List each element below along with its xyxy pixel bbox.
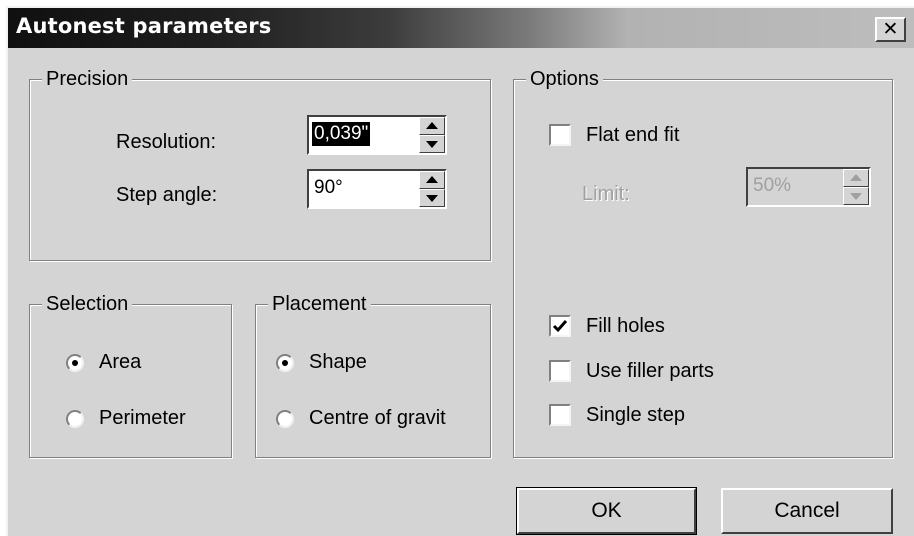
precision-legend: Precision xyxy=(42,67,133,91)
cancel-button[interactable]: Cancel xyxy=(721,488,893,534)
selection-perimeter-radio[interactable] xyxy=(66,410,84,428)
step-angle-spinner[interactable]: 90° xyxy=(307,169,447,209)
step-angle-increment-button[interactable] xyxy=(419,171,445,189)
resolution-decrement-button[interactable] xyxy=(419,135,445,153)
arrow-up-icon xyxy=(850,174,862,181)
single-step-checkbox[interactable] xyxy=(549,404,571,426)
use-filler-parts-label[interactable]: Use filler parts xyxy=(586,359,714,383)
use-filler-parts-checkbox[interactable] xyxy=(549,360,571,382)
selection-area-label[interactable]: Area xyxy=(99,350,141,374)
selection-legend: Selection xyxy=(42,292,133,316)
flat-end-fit-label[interactable]: Flat end fit xyxy=(586,123,679,147)
placement-centre-label[interactable]: Centre of gravit xyxy=(309,406,446,430)
limit-increment-button[interactable] xyxy=(843,169,869,187)
selection-area-radio[interactable] xyxy=(66,354,84,372)
selection-perimeter-label[interactable]: Perimeter xyxy=(99,406,186,430)
radio-selected-dot xyxy=(72,360,78,366)
close-button[interactable]: ✕ xyxy=(875,17,906,42)
radio-selected-dot xyxy=(282,360,288,366)
resolution-spinner[interactable]: 0,039" xyxy=(307,115,447,155)
close-icon: ✕ xyxy=(882,18,899,40)
resolution-label: Resolution: xyxy=(116,131,217,153)
placement-legend: Placement xyxy=(268,292,371,316)
step-angle-decrement-button[interactable] xyxy=(419,189,445,207)
placement-centre-radio[interactable] xyxy=(276,410,294,428)
arrow-down-icon xyxy=(850,193,862,200)
single-step-label[interactable]: Single step xyxy=(586,403,685,427)
flat-end-fit-checkbox[interactable] xyxy=(549,124,571,146)
resolution-input[interactable]: 0,039" xyxy=(312,122,371,146)
placement-shape-radio[interactable] xyxy=(276,354,294,372)
ok-button[interactable]: OK xyxy=(516,487,697,535)
arrow-up-icon xyxy=(426,176,438,183)
arrow-down-icon xyxy=(426,141,438,148)
window-title: Autonest parameters xyxy=(16,14,272,38)
title-bar: Autonest parameters ✕ xyxy=(8,8,914,48)
resolution-increment-button[interactable] xyxy=(419,117,445,135)
selection-group: Selection xyxy=(29,292,232,458)
fill-holes-checkbox[interactable] xyxy=(549,315,571,337)
arrow-down-icon xyxy=(426,195,438,202)
checkmark-icon xyxy=(552,320,568,333)
limit-decrement-button[interactable] xyxy=(843,187,869,205)
limit-label: Limit: xyxy=(582,183,630,205)
limit-spinner[interactable]: 50% xyxy=(746,167,871,207)
fill-holes-label[interactable]: Fill holes xyxy=(586,314,665,338)
limit-input[interactable]: 50% xyxy=(751,174,793,198)
autonest-dialog: Autonest parameters ✕ Precision Resoluti… xyxy=(6,6,914,536)
step-angle-label: Step angle: xyxy=(116,184,218,206)
placement-group: Placement xyxy=(255,292,491,458)
placement-shape-label[interactable]: Shape xyxy=(309,350,367,374)
step-angle-input[interactable]: 90° xyxy=(312,176,345,200)
options-legend: Options xyxy=(526,67,603,91)
arrow-up-icon xyxy=(426,122,438,129)
